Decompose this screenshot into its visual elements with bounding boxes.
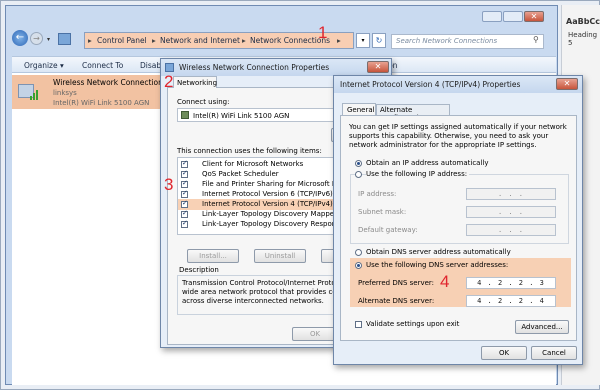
wireless-signal-icon [18,80,40,102]
items-label: This connection uses the following items… [177,147,322,155]
breadcrumb-sep-icon: ▸ [242,36,246,45]
subnet-mask-field[interactable]: . . . [466,206,556,218]
use-ip-radio[interactable] [355,171,362,178]
list-item[interactable]: Link-Layer Topology Discovery Mapper I/O [202,210,349,218]
description-label: Description [179,266,219,274]
item-checkbox[interactable] [181,169,188,178]
props-titlebar: Wireless Network Connection Properties [161,59,391,76]
refresh-icon[interactable]: ↻ [372,33,386,48]
style-preview[interactable]: AaBbCcDd [566,17,600,26]
search-icon: ⚲ [533,35,539,44]
list-item[interactable]: QoS Packet Scheduler [202,170,279,178]
breadcrumb-network-internet[interactable]: Network and Internet [160,36,240,45]
obtain-ip-radio[interactable] [355,160,362,167]
forward-button[interactable]: → [30,32,43,45]
item-checkbox[interactable] [181,199,188,208]
control-panel-icon [58,33,71,45]
ipv4-properties-dialog: Internet Protocol Version 4 (TCP/IPv4) P… [333,75,583,365]
gateway-label: Default gateway: [358,226,418,234]
organize-menu[interactable]: Organize ▾ [24,61,64,70]
connection-name: Wireless Network Connection [53,78,163,87]
minimize-button[interactable] [482,11,502,22]
disable-button[interactable]: Disab [140,61,161,70]
address-bar[interactable]: ▸ Control Panel ▸ Network and Internet ▸… [84,32,354,49]
item-checkbox[interactable] [181,179,188,188]
ipv4-cancel-button[interactable]: Cancel [531,346,577,360]
validate-label[interactable]: Validate settings upon exit [366,320,459,328]
ipv4-ok-button[interactable]: OK [481,346,527,360]
use-dns-label[interactable]: Use the following DNS server addresses: [366,261,508,269]
address-dropdown-icon[interactable]: ▾ [356,33,370,48]
connection-ssid: linksys [53,89,77,97]
install-button[interactable]: Install... [187,249,239,263]
ipv4-general-panel: You can get IP settings assigned automat… [340,115,577,341]
network-icon [165,63,174,72]
ipv4-intro-text: You can get IP settings assigned automat… [349,123,567,149]
obtain-dns-radio[interactable] [355,249,362,256]
tab-alternate-configuration[interactable]: Alternate Configuration [376,104,450,122]
back-button[interactable]: ← [12,30,28,46]
adapter-name: Intel(R) WiFi Link 5100 AGN [193,112,290,120]
step-marker-4: 4 [440,272,450,291]
ipv4-titlebar: Internet Protocol Version 4 (TCP/IPv4) P… [334,76,582,93]
tab-general[interactable]: General [342,103,376,115]
advanced-button[interactable]: Advanced... [515,320,569,334]
obtain-ip-label[interactable]: Obtain an IP address automatically [366,159,489,167]
close-button[interactable]: ✕ [524,11,544,22]
list-item[interactable]: File and Printer Sharing for Microsoft N… [202,180,354,188]
obtain-dns-label[interactable]: Obtain DNS server address automatically [366,248,511,256]
uninstall-button[interactable]: Uninstall [254,249,306,263]
step-marker-3: 3 [164,175,174,194]
breadcrumb-sep-icon: ▸ [88,36,92,45]
search-input[interactable]: Search Network Connections [391,34,544,49]
list-item[interactable]: Client for Microsoft Networks [202,160,303,168]
props-close-button[interactable]: ✕ [367,61,389,73]
subnet-mask-label: Subnet mask: [358,208,407,216]
step-marker-2: 2 [164,72,174,91]
history-dropdown-icon[interactable]: ▾ [47,36,50,43]
preferred-dns-field[interactable]: 4 . 2 . 2 . 3 [466,277,556,289]
connect-to-button[interactable]: Connect To [82,61,123,70]
style-name[interactable]: Heading 5 [568,31,600,47]
ip-address-field[interactable]: . . . [466,188,556,200]
list-item[interactable]: Internet Protocol Version 6 (TCP/IPv6) [202,190,333,198]
maximize-button[interactable] [503,11,523,22]
ip-address-label: IP address: [358,190,397,198]
item-checkbox[interactable] [181,219,188,228]
preferred-dns-label: Preferred DNS server: [358,279,435,287]
item-checkbox[interactable] [181,159,188,168]
breadcrumb-sep-icon: ▸ [337,36,341,45]
adapter-icon [181,111,189,119]
item-checkbox[interactable] [181,189,188,198]
tab-networking[interactable]: Networking [173,76,217,88]
alternate-dns-field[interactable]: 4 . 2 . 2 . 4 [466,295,556,307]
props-ok-button[interactable]: OK [292,327,338,341]
ipv4-close-button[interactable]: ✕ [556,78,578,90]
validate-checkbox[interactable] [355,321,362,328]
list-item[interactable]: Internet Protocol Version 4 (TCP/IPv4) [202,200,333,208]
gateway-field[interactable]: . . . [466,224,556,236]
item-checkbox[interactable] [181,209,188,218]
breadcrumb-sep-icon: ▸ [152,36,156,45]
connect-using-label: Connect using: [177,98,230,106]
connection-adapter: Intel(R) WiFi Link 5100 AGN [53,99,150,107]
step-marker-1: 1 [318,23,328,42]
use-dns-radio[interactable] [355,262,362,269]
list-item[interactable]: Link-Layer Topology Discovery Responder [202,220,348,228]
alternate-dns-label: Alternate DNS server: [358,297,435,305]
breadcrumb-control-panel[interactable]: Control Panel [97,36,147,45]
use-ip-label[interactable]: Use the following IP address: [366,170,470,178]
